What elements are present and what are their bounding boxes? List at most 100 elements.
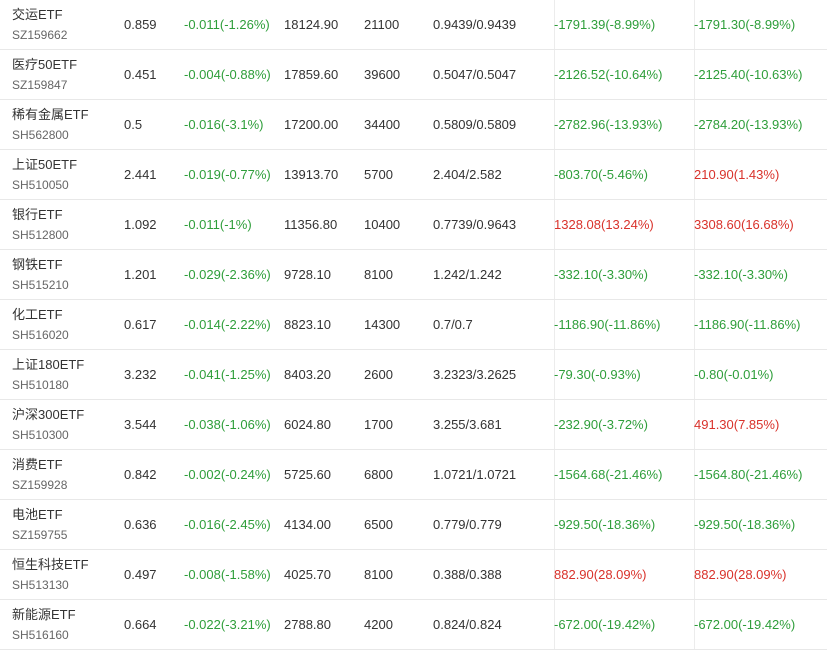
holdings-table: 交运ETF SZ159662 0.859 -0.011(-1.26%) 1812… <box>0 0 827 650</box>
fund-name[interactable]: 沪深300ETF <box>12 406 84 424</box>
market-value: 18124.90 <box>284 17 339 32</box>
table-row[interactable]: 银行ETF SH512800 1.092 -0.011(-1%) 11356.8… <box>0 200 827 250</box>
fund-name[interactable]: 消费ETF <box>12 456 63 474</box>
table-row[interactable]: 消费ETF SZ159928 0.842 -0.002(-0.24%) 5725… <box>0 450 827 500</box>
cost-price: 0.5047/0.5047 <box>433 67 517 82</box>
market-value: 8823.10 <box>284 317 331 332</box>
fund-code: SZ159847 <box>12 77 68 92</box>
table-row[interactable]: 稀有金属ETF SH562800 0.5 -0.016(-3.1%) 17200… <box>0 100 827 150</box>
total-profit-loss: 210.90(1.43%) <box>694 167 780 182</box>
fund-name-cell[interactable]: 交运ETF SZ159662 <box>12 0 67 49</box>
share-count: 14300 <box>364 317 401 332</box>
profit-loss: -1791.39(-8.99%) <box>554 17 656 32</box>
table-row[interactable]: 上证50ETF SH510050 2.441 -0.019(-0.77%) 13… <box>0 150 827 200</box>
table-row[interactable]: 电池ETF SZ159755 0.636 -0.016(-2.45%) 4134… <box>0 500 827 550</box>
fund-name[interactable]: 上证50ETF <box>12 156 77 174</box>
current-price: 0.5 <box>124 117 143 132</box>
price-change: -0.014(-2.22%) <box>184 317 271 332</box>
cost-price: 1.0721/1.0721 <box>433 467 517 482</box>
cost-price: 1.242/1.242 <box>433 267 502 282</box>
total-profit-loss: -332.10(-3.30%) <box>694 267 788 282</box>
cost-price: 0.779/0.779 <box>433 517 502 532</box>
current-price: 0.451 <box>124 67 157 82</box>
profit-loss: -79.30(-0.93%) <box>554 367 641 382</box>
share-count: 4200 <box>364 617 393 632</box>
fund-code: SH515210 <box>12 277 69 292</box>
table-row[interactable]: 恒生科技ETF SH513130 0.497 -0.008(-1.58%) 40… <box>0 550 827 600</box>
fund-name-cell[interactable]: 消费ETF SZ159928 <box>12 450 67 499</box>
fund-name[interactable]: 化工ETF <box>12 306 63 324</box>
profit-loss: -1564.68(-21.46%) <box>554 467 663 482</box>
total-profit-loss: -2125.40(-10.63%) <box>694 67 803 82</box>
cost-price: 3.255/3.681 <box>433 417 502 432</box>
fund-code: SZ159928 <box>12 477 68 492</box>
fund-code: SH510180 <box>12 377 69 392</box>
cost-price: 0.7/0.7 <box>433 317 473 332</box>
fund-code: SZ159662 <box>12 27 68 42</box>
fund-name[interactable]: 上证180ETF <box>12 356 84 374</box>
fund-name[interactable]: 电池ETF <box>12 506 63 524</box>
fund-code: SH562800 <box>12 127 69 142</box>
share-count: 1700 <box>364 417 393 432</box>
current-price: 3.544 <box>124 417 157 432</box>
fund-name-cell[interactable]: 化工ETF SH516020 <box>12 300 69 349</box>
fund-name-cell[interactable]: 电池ETF SZ159755 <box>12 500 67 549</box>
fund-name-cell[interactable]: 银行ETF SH512800 <box>12 200 69 249</box>
market-value: 13913.70 <box>284 167 339 182</box>
price-change: -0.011(-1.26%) <box>184 17 270 32</box>
market-value: 8403.20 <box>284 367 331 382</box>
fund-name-cell[interactable]: 钢铁ETF SH515210 <box>12 250 69 299</box>
table-row[interactable]: 新能源ETF SH516160 0.664 -0.022(-3.21%) 278… <box>0 600 827 650</box>
price-change: -0.041(-1.25%) <box>184 367 271 382</box>
price-change: -0.011(-1%) <box>184 217 252 232</box>
current-price: 1.092 <box>124 217 157 232</box>
fund-name[interactable]: 银行ETF <box>12 206 63 224</box>
table-row[interactable]: 医疗50ETF SZ159847 0.451 -0.004(-0.88%) 17… <box>0 50 827 100</box>
profit-loss: -672.00(-19.42%) <box>554 617 656 632</box>
price-change: -0.022(-3.21%) <box>184 617 271 632</box>
current-price: 0.617 <box>124 317 157 332</box>
profit-loss: 1328.08(13.24%) <box>554 217 654 232</box>
market-value: 6024.80 <box>284 417 331 432</box>
profit-loss: 882.90(28.09%) <box>554 567 647 582</box>
total-profit-loss: -1564.80(-21.46%) <box>694 467 803 482</box>
market-value: 17859.60 <box>284 67 339 82</box>
share-count: 34400 <box>364 117 401 132</box>
table-row[interactable]: 化工ETF SH516020 0.617 -0.014(-2.22%) 8823… <box>0 300 827 350</box>
table-row[interactable]: 交运ETF SZ159662 0.859 -0.011(-1.26%) 1812… <box>0 0 827 50</box>
total-profit-loss: -1791.30(-8.99%) <box>694 17 796 32</box>
table-row[interactable]: 钢铁ETF SH515210 1.201 -0.029(-2.36%) 9728… <box>0 250 827 300</box>
profit-loss: -929.50(-18.36%) <box>554 517 656 532</box>
current-price: 0.859 <box>124 17 157 32</box>
cost-price: 0.388/0.388 <box>433 567 502 582</box>
total-profit-loss: -929.50(-18.36%) <box>694 517 796 532</box>
market-value: 5725.60 <box>284 467 331 482</box>
price-change: -0.016(-3.1%) <box>184 117 264 132</box>
fund-name-cell[interactable]: 上证50ETF SH510050 <box>12 150 77 199</box>
fund-name-cell[interactable]: 医疗50ETF SZ159847 <box>12 50 77 99</box>
profit-loss: -332.10(-3.30%) <box>554 267 648 282</box>
fund-code: SH516160 <box>12 627 69 642</box>
profit-loss: -803.70(-5.46%) <box>554 167 648 182</box>
price-change: -0.029(-2.36%) <box>184 267 271 282</box>
fund-name[interactable]: 交运ETF <box>12 6 63 24</box>
fund-name[interactable]: 钢铁ETF <box>12 256 63 274</box>
fund-name-cell[interactable]: 新能源ETF SH516160 <box>12 600 76 649</box>
fund-name-cell[interactable]: 恒生科技ETF SH513130 <box>12 550 89 599</box>
fund-name[interactable]: 医疗50ETF <box>12 56 77 74</box>
fund-name-cell[interactable]: 沪深300ETF SH510300 <box>12 400 84 449</box>
fund-name[interactable]: 新能源ETF <box>12 606 76 624</box>
current-price: 2.441 <box>124 167 157 182</box>
fund-name-cell[interactable]: 稀有金属ETF SH562800 <box>12 100 89 149</box>
cost-price: 0.824/0.824 <box>433 617 502 632</box>
total-profit-loss: -672.00(-19.42%) <box>694 617 796 632</box>
price-change: -0.008(-1.58%) <box>184 567 271 582</box>
share-count: 6800 <box>364 467 393 482</box>
market-value: 9728.10 <box>284 267 331 282</box>
fund-name[interactable]: 恒生科技ETF <box>12 556 89 574</box>
table-row[interactable]: 上证180ETF SH510180 3.232 -0.041(-1.25%) 8… <box>0 350 827 400</box>
fund-name-cell[interactable]: 上证180ETF SH510180 <box>12 350 84 399</box>
fund-name[interactable]: 稀有金属ETF <box>12 106 89 124</box>
current-price: 3.232 <box>124 367 157 382</box>
table-row[interactable]: 沪深300ETF SH510300 3.544 -0.038(-1.06%) 6… <box>0 400 827 450</box>
